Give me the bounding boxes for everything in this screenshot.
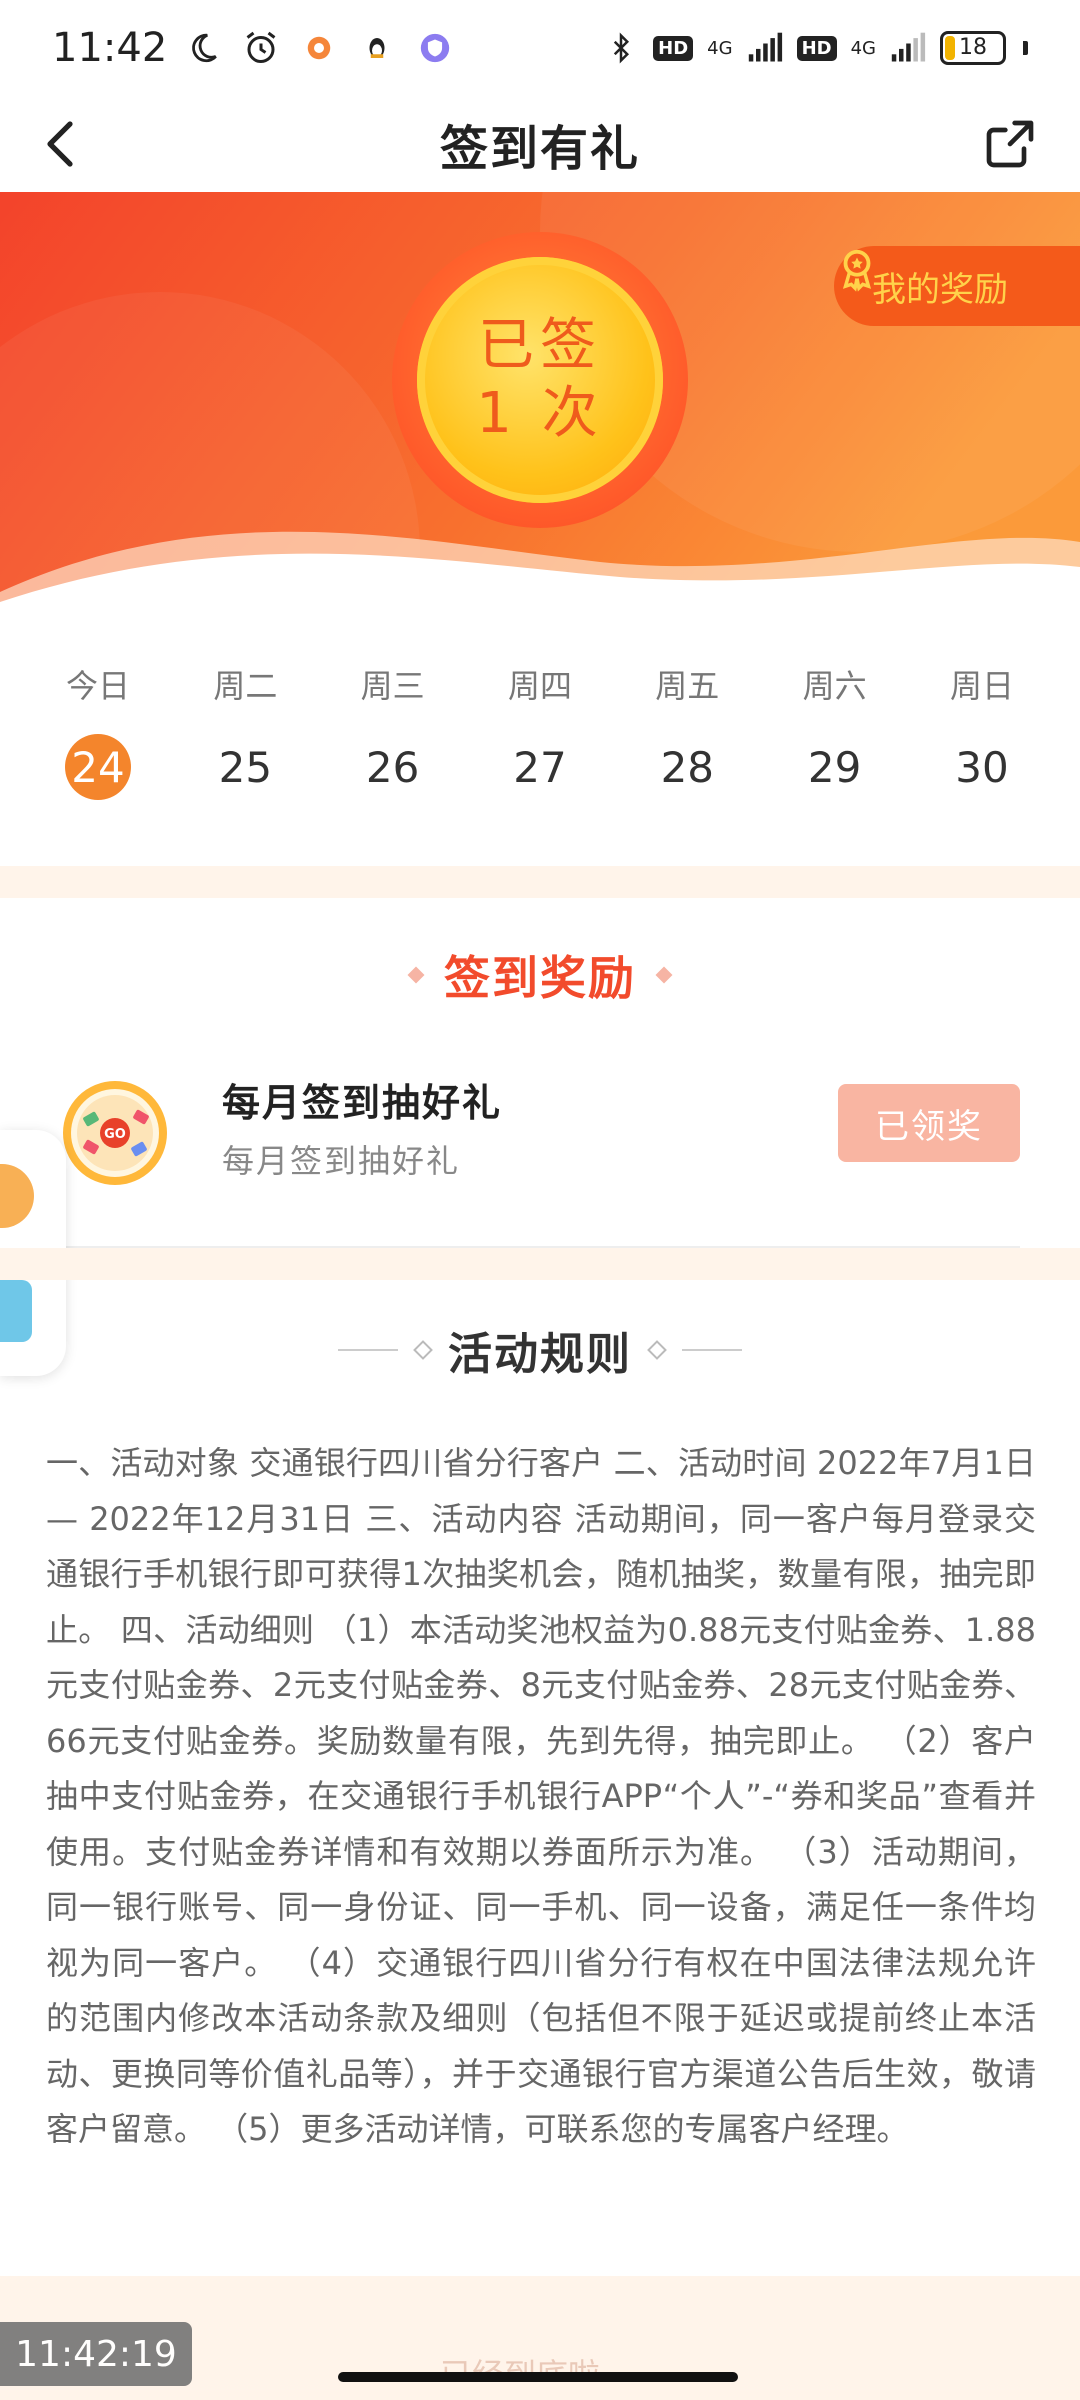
page-title: 签到有礼 (439, 121, 640, 177)
moon-icon (185, 30, 221, 66)
day-27[interactable]: 周四 27 (490, 660, 590, 800)
claimed-button[interactable]: 已领奖 (838, 1084, 1020, 1162)
status-icons-right: HD 4G HD 4G 18 (603, 30, 1028, 66)
my-rewards-button[interactable]: 我的奖励 (834, 246, 1080, 326)
reward-section-title: 签到奖励 (444, 951, 636, 1005)
network-type-label-2: 4G (850, 37, 876, 59)
day-30[interactable]: 周日 30 (932, 660, 1032, 800)
bluetooth-icon (603, 30, 639, 66)
rules-title: 活动规则 (448, 1329, 632, 1380)
battery-level-text: 18 (959, 35, 987, 60)
home-indicator[interactable] (338, 2372, 738, 2382)
wheel-center-text: GO (104, 1127, 126, 1142)
qq-icon (359, 30, 395, 66)
day-24[interactable]: 今日 24 (48, 660, 148, 800)
day-number: 28 (660, 742, 715, 792)
day-29[interactable]: 周六 29 (785, 660, 885, 800)
day-label: 周五 (655, 667, 720, 705)
rules-line-decoration (682, 1349, 742, 1351)
status-time: 11:42 (52, 25, 168, 71)
day-26[interactable]: 周三 26 (343, 660, 443, 800)
day-25[interactable]: 周二 25 (195, 660, 295, 800)
day-label: 今日 (65, 667, 130, 705)
signed-label: 已签 (478, 313, 602, 378)
rules-text: 一、活动对象 交通银行四川省分行客户 二、活动时间 2022年7月1日— 202… (46, 1444, 1036, 2148)
day-label: 周二 (213, 667, 278, 705)
reward-description: 每月签到抽好礼 (222, 1142, 461, 1180)
reward-name: 每月签到抽好礼 (222, 1081, 503, 1125)
day-number: 25 (218, 742, 273, 792)
day-number: 30 (955, 742, 1009, 792)
week-calendar: 今日 24 周二 25 周三 26 周四 27 周五 28 周六 29 周日 30 (0, 660, 1080, 860)
shield-app-icon (417, 30, 453, 66)
status-icons-left (185, 30, 453, 66)
signin-count-coin: 已签 1 次 (392, 232, 688, 528)
status-bar: 11:42 HD 4G HD 4G 18 (0, 0, 1080, 96)
week-row: 今日 24 周二 25 周三 26 周四 27 周五 28 周六 29 周日 30 (0, 660, 1080, 800)
network-type-label: 4G (707, 37, 733, 59)
my-rewards-label: 我的奖励 (872, 269, 1008, 310)
rules-header: 活动规则 (0, 1318, 1080, 1382)
end-of-list-hint: 已经到底啦 (440, 2350, 640, 2374)
back-icon[interactable] (30, 114, 90, 174)
battery-tip (1023, 41, 1028, 55)
signin-count-coin-inner: 已签 1 次 (417, 257, 663, 503)
rules-line-decoration (338, 1349, 398, 1351)
recording-time-badge: 11:42:19 (0, 2322, 192, 2386)
reward-section-header: 签到奖励 (0, 942, 1080, 1008)
section-divider (0, 866, 1080, 898)
nav-bar: 签到有礼 (0, 96, 1080, 192)
hd-badge-2: HD (796, 35, 837, 61)
day-28[interactable]: 周五 28 (637, 660, 737, 800)
day-label: 周三 (360, 667, 425, 705)
signin-banner: 已签 1 次 我的奖励 (0, 192, 1080, 622)
alarm-icon (243, 30, 279, 66)
day-label: 周日 (949, 667, 1014, 705)
diamond-decoration-icon (407, 966, 425, 984)
app-notification-icon (301, 30, 337, 66)
battery-indicator: 18 (940, 31, 1006, 65)
day-label: 周四 (507, 667, 572, 705)
day-label: 周六 (802, 667, 867, 705)
day-number: 26 (365, 742, 420, 792)
diamond-decoration-icon (655, 966, 673, 984)
section-divider-2 (0, 1248, 1080, 1280)
rules-diamond-icon (647, 1340, 667, 1360)
day-number: 27 (513, 742, 567, 792)
signal-icon-2 (890, 30, 926, 66)
hd-badge: HD (653, 35, 694, 61)
today-date: 24 (65, 734, 131, 800)
share-icon[interactable] (976, 110, 1044, 178)
lottery-wheel-icon: GO (62, 1080, 168, 1186)
day-number: 29 (807, 742, 862, 792)
signed-count: 1 次 (476, 381, 604, 446)
signal-icon (747, 30, 783, 66)
reward-list-item: GO 每月签到抽好礼 每月签到抽好礼 已领奖 (0, 1040, 1080, 1240)
rules-diamond-icon (413, 1340, 433, 1360)
floating-star-icon[interactable] (0, 1164, 34, 1228)
